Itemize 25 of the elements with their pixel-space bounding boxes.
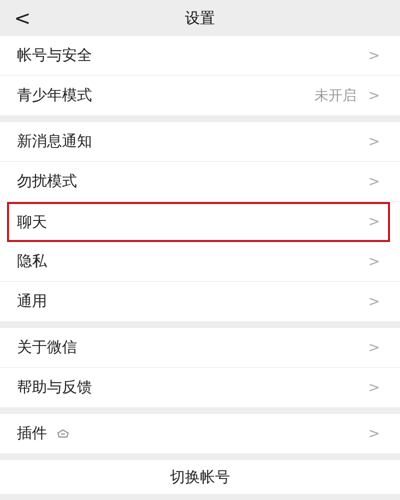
chevron-icon: > — [368, 380, 380, 396]
item-value: 未开启 — [314, 86, 356, 104]
chevron-icon: > — [368, 134, 380, 150]
item-label: 插件 — [17, 424, 47, 443]
chevron-icon: > — [368, 88, 380, 104]
item-label: 勿扰模式 — [17, 172, 77, 191]
chevron-icon: > — [368, 294, 380, 310]
chevron-icon: > — [368, 174, 380, 190]
settings-item[interactable]: 聊天 > — [7, 202, 390, 242]
item-label: 聊天 — [17, 212, 47, 232]
chevron-icon: > — [368, 48, 380, 64]
item-label: 关于微信 — [17, 338, 77, 357]
chevron-icon: > — [368, 340, 380, 356]
item-label: 通用 — [17, 292, 47, 311]
chevron-icon: > — [368, 214, 380, 230]
item-label: 帐号与安全 — [17, 46, 92, 65]
item-label: 新消息通知 — [17, 132, 92, 151]
item-label: 帮助与反馈 — [17, 378, 92, 397]
item-label: 隐私 — [17, 252, 47, 271]
back-button[interactable]: < — [8, 6, 37, 30]
chevron-icon: > — [368, 254, 380, 270]
chevron-icon: > — [368, 426, 380, 442]
item-label: 青少年模式 — [17, 86, 92, 105]
switch-account-button[interactable]: 切换帐号 — [0, 460, 400, 494]
page-title: 设置 — [185, 8, 215, 28]
